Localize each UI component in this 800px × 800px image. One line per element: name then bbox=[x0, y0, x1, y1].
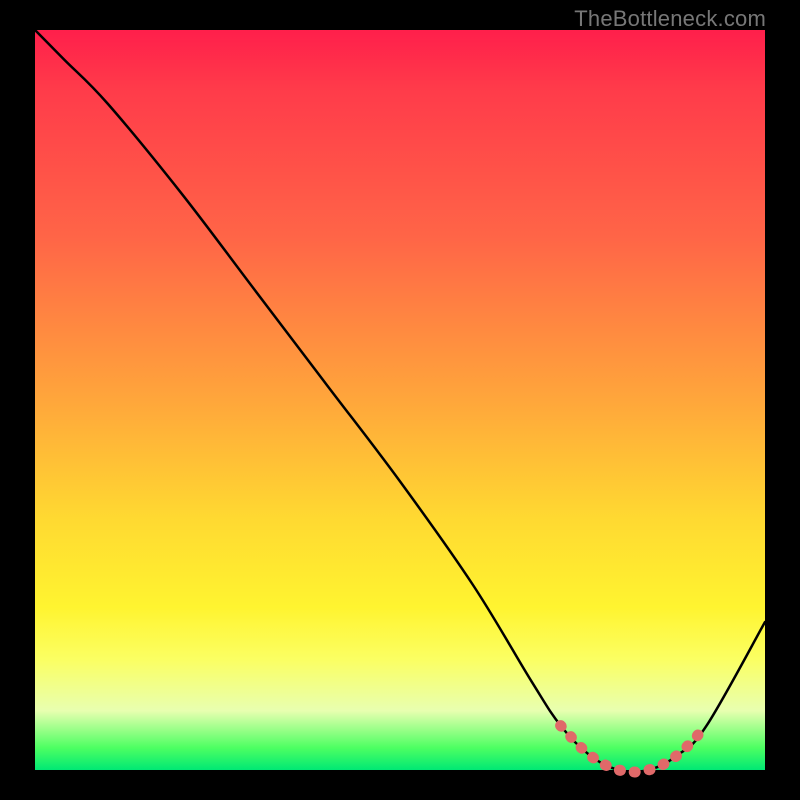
optimal-zone-marker bbox=[561, 726, 707, 772]
attribution-text: TheBottleneck.com bbox=[574, 6, 766, 32]
plot-area bbox=[35, 30, 765, 770]
curve-svg bbox=[35, 30, 765, 770]
chart-frame: TheBottleneck.com bbox=[0, 0, 800, 800]
bottleneck-curve bbox=[35, 30, 765, 772]
